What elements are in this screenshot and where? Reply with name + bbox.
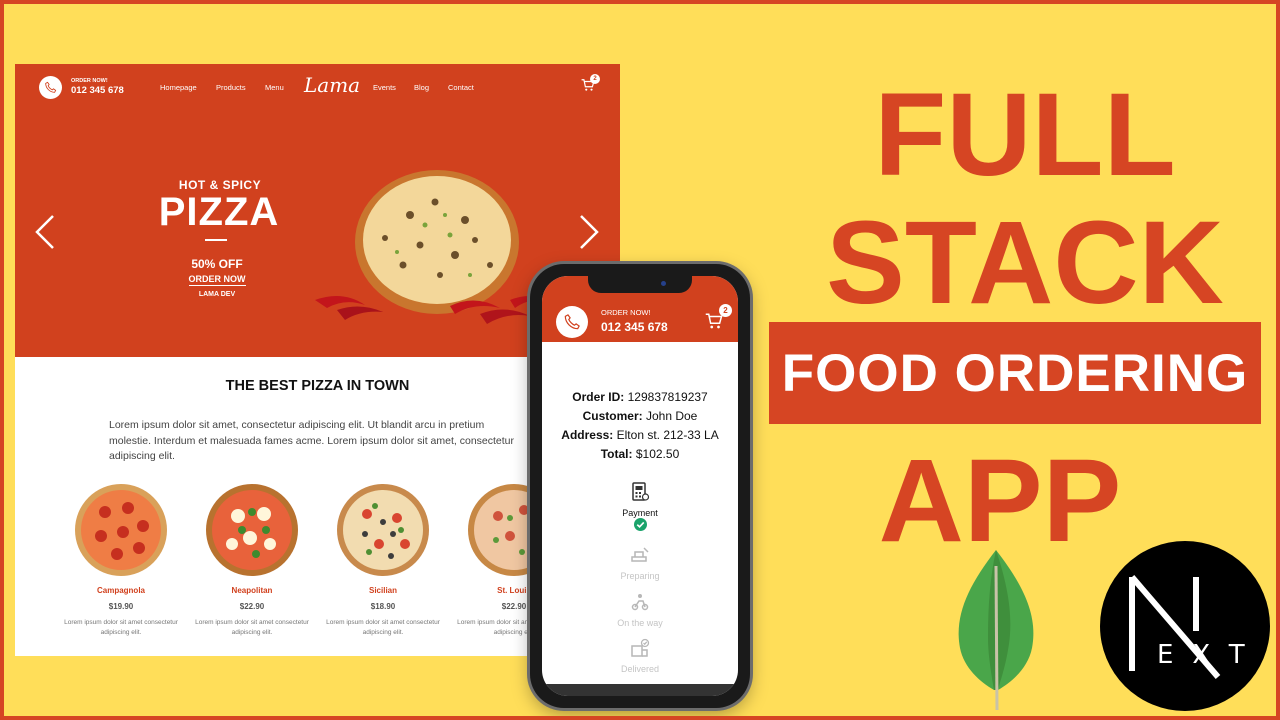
nav-link-homepage[interactable]: Homepage bbox=[160, 83, 197, 92]
phone-notch bbox=[588, 276, 692, 293]
order-now-label: ORDER NOW! bbox=[71, 78, 108, 84]
phone-screen: ORDER NOW! 012 345 678 2 Order ID: 12983… bbox=[542, 276, 738, 696]
product-price: $22.90 bbox=[239, 602, 265, 611]
order-now-label: ORDER NOW! bbox=[601, 308, 651, 317]
hero-title: PIZZA bbox=[158, 190, 280, 234]
headline-banner: FOOD ORDERING bbox=[769, 322, 1261, 424]
slider-next-arrow-icon[interactable] bbox=[577, 214, 601, 250]
cart-count-badge: 2 bbox=[590, 74, 600, 84]
status-step-payment: Payment bbox=[542, 482, 738, 536]
hero-order-now-link[interactable]: ORDER NOW bbox=[165, 274, 269, 286]
status-step-preparing: Preparing bbox=[542, 545, 738, 581]
status-step-label: Payment bbox=[622, 508, 658, 518]
section-description: Lorem ipsum dolor sit amet, consectetur … bbox=[109, 419, 515, 462]
camera-dot bbox=[661, 281, 666, 286]
check-circle-icon bbox=[633, 518, 647, 531]
pizza-image bbox=[337, 484, 429, 576]
delivered-icon bbox=[631, 638, 650, 657]
status-step-label: Preparing bbox=[620, 571, 660, 581]
nextjs-ext-letters: EXT bbox=[1157, 640, 1264, 670]
product-name: Sicilian bbox=[368, 586, 397, 595]
pizza-image bbox=[75, 484, 167, 576]
product-description: Lorem ipsum dolor sit amet consectetur a… bbox=[326, 619, 440, 636]
nav-link-products[interactable]: Products bbox=[216, 83, 246, 92]
product-description: Lorem ipsum dolor sit amet consectetur a… bbox=[64, 619, 178, 636]
total-value: $102.50 bbox=[635, 447, 680, 461]
hero-brand: LAMA DEV bbox=[198, 291, 236, 298]
status-step-on-the-way: On the way bbox=[542, 592, 738, 628]
customer-value: John Doe bbox=[645, 409, 698, 423]
product-card[interactable]: Sicilian $18.90 Lorem ipsum dolor sit am… bbox=[323, 482, 443, 637]
hero-offer: 50% OFF bbox=[191, 257, 243, 271]
slider-prev-arrow-icon[interactable] bbox=[33, 214, 57, 250]
product-description: Lorem ipsum dolor sit amet consectetur a… bbox=[195, 619, 309, 636]
order-id-label: Order ID: bbox=[572, 390, 625, 404]
status-step-label: Delivered bbox=[620, 664, 660, 674]
product-card[interactable]: Neapolitan $22.90 Lorem ipsum dolor sit … bbox=[192, 482, 312, 637]
hero-divider bbox=[205, 239, 227, 241]
product-price: $19.90 bbox=[108, 602, 134, 611]
hero-order-now-label: ORDER NOW bbox=[188, 274, 246, 286]
navbar: ORDER NOW! 012 345 678 Homepage Products… bbox=[15, 64, 620, 112]
phone-icon bbox=[45, 81, 57, 93]
headline-line-3: FOOD ORDERING bbox=[781, 343, 1249, 403]
product-name: Campagnola bbox=[96, 586, 145, 595]
mongodb-leaf-icon bbox=[958, 550, 1034, 710]
nav-link-events[interactable]: Events bbox=[373, 83, 396, 92]
phone-call-button[interactable] bbox=[556, 306, 588, 338]
nav-link-menu[interactable]: Menu bbox=[265, 83, 284, 92]
payment-icon bbox=[632, 482, 650, 501]
nav-link-blog[interactable]: Blog bbox=[414, 83, 429, 92]
cart-count-badge: 2 bbox=[719, 304, 732, 317]
nav-link-contact[interactable]: Contact bbox=[448, 83, 474, 92]
order-id-row: Order ID: 129837819237 bbox=[542, 388, 738, 407]
headline-line-1: FULL bbox=[874, 69, 1176, 201]
customer-row: Customer: John Doe bbox=[542, 407, 738, 426]
address-value: Elton st. 212-33 LA bbox=[616, 428, 719, 442]
order-id-value: 129837819237 bbox=[627, 390, 708, 404]
phone-icon bbox=[564, 314, 580, 330]
product-name: Neapolitan bbox=[231, 586, 273, 595]
product-price: $18.90 bbox=[370, 602, 396, 611]
delivery-scooter-icon bbox=[631, 594, 649, 611]
phone-call-button[interactable] bbox=[39, 76, 62, 99]
phone-mockup: ORDER NOW! 012 345 678 2 Order ID: 12983… bbox=[530, 264, 750, 708]
nextjs-logo: EXT bbox=[1100, 541, 1270, 711]
address-row: Address: Elton st. 212-33 LA bbox=[542, 426, 738, 445]
product-card[interactable]: Campagnola $19.90 Lorem ipsum dolor sit … bbox=[61, 482, 181, 637]
total-row: Total: $102.50 bbox=[542, 445, 738, 464]
total-label: Total: bbox=[600, 447, 633, 461]
hero-pizza-image bbox=[315, 170, 547, 324]
site-logo[interactable]: Lama bbox=[304, 73, 360, 97]
preparing-icon bbox=[631, 547, 649, 562]
phone-bottom-bar bbox=[542, 684, 738, 696]
status-step-delivered: Delivered bbox=[542, 638, 738, 674]
phone-number: 012 345 678 bbox=[71, 85, 124, 96]
customer-label: Customer: bbox=[582, 409, 643, 423]
headline-line-2: STACK bbox=[826, 197, 1224, 329]
phone-number: 012 345 678 bbox=[601, 320, 668, 334]
address-label: Address: bbox=[561, 428, 614, 442]
order-details: Order ID: 129837819237 Customer: John Do… bbox=[542, 388, 738, 464]
pizza-image bbox=[206, 484, 298, 576]
status-step-label: On the way bbox=[617, 618, 663, 628]
